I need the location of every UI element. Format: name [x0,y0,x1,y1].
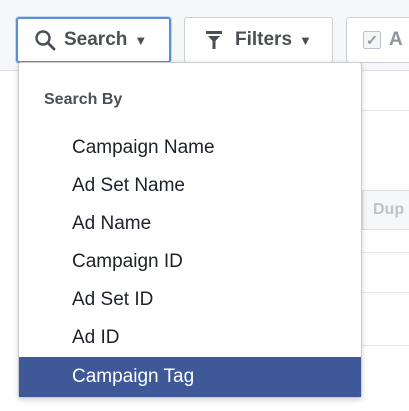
divider [360,252,409,253]
menu-item-campaign-id[interactable]: Campaign ID [19,243,361,281]
menu-item-ad-name[interactable]: Ad Name [19,205,361,243]
duplicate-button[interactable]: Dup [362,190,409,230]
search-by-dropdown: Search By Campaign Name Ad Set Name Ad N… [18,62,362,398]
caret-down-icon: ▼ [299,32,312,48]
toolbar-checkbox-label: A [389,29,403,50]
search-button[interactable]: Search ▼ [16,17,171,63]
divider [360,345,409,346]
search-icon [34,29,56,51]
menu-item-ad-set-id[interactable]: Ad Set ID [19,281,361,319]
menu-item-ad-set-name[interactable]: Ad Set Name [19,167,361,205]
divider [360,292,409,293]
caret-down-icon: ▼ [134,32,148,48]
checkmark-icon[interactable]: ✓ [363,31,381,49]
menu-item-campaign-tag[interactable]: Campaign Tag [19,357,361,397]
filters-button-label: Filters [235,29,293,50]
menu-item-ad-id[interactable]: Ad ID [19,319,361,357]
duplicate-button-label: Dup [373,201,405,218]
toolbar-checkbox-button[interactable]: ✓ A [346,17,409,63]
divider [360,110,409,111]
search-button-label: Search [64,29,128,50]
dropdown-header: Search By [44,91,123,108]
filters-button[interactable]: Filters ▼ [184,17,333,63]
filter-icon [205,30,223,50]
toolbar: Search ▼ Filters ▼ ✓ A [0,0,409,70]
search-by-menu: Campaign Name Ad Set Name Ad Name Campai… [19,129,361,397]
menu-item-campaign-name[interactable]: Campaign Name [19,129,361,167]
